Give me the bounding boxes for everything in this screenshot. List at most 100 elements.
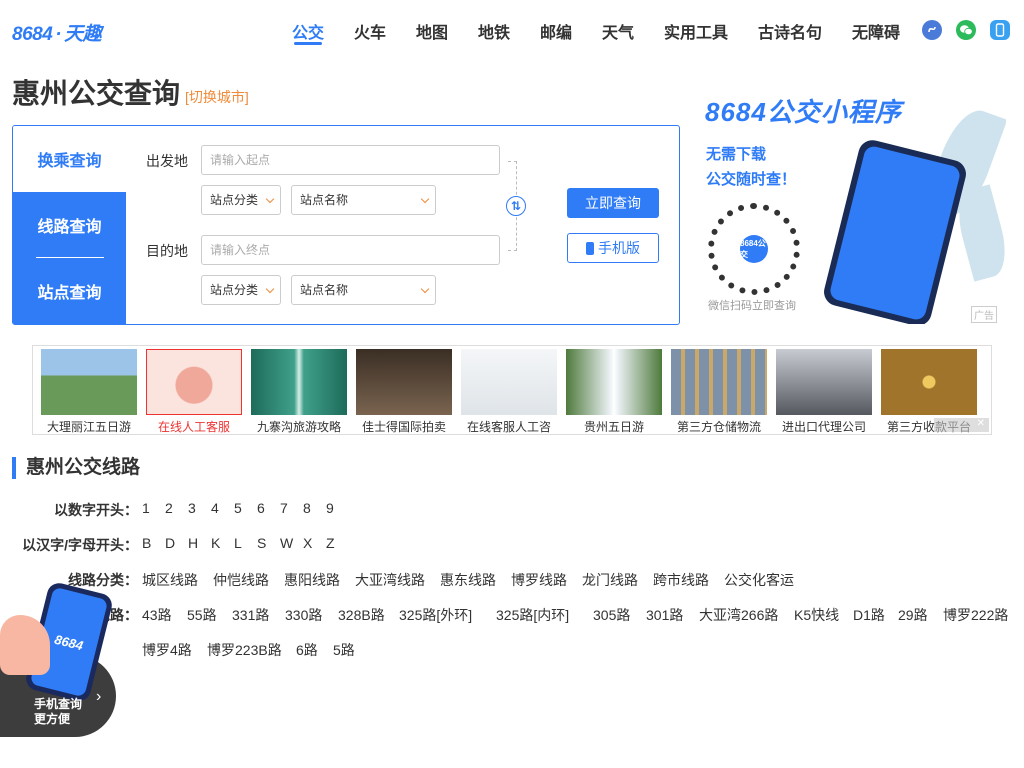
bus-line-link[interactable]: K5快线 (794, 605, 839, 625)
strip-item[interactable]: 九寨沟旅游攻略 (251, 349, 347, 435)
select-value: 站点名称 (300, 193, 349, 207)
thumbnail-image (461, 349, 557, 415)
bus-line-link[interactable]: 博罗222路 (943, 605, 1008, 625)
ad-tag: 广告 (971, 306, 997, 323)
bus-line-link[interactable]: 城区线路 (142, 570, 198, 590)
bus-line-link[interactable]: 博罗4路 (142, 640, 192, 660)
select-value: 站点名称 (300, 283, 349, 297)
bus-line-link[interactable]: 5路 (333, 640, 355, 660)
bus-line-link[interactable]: 2 (165, 500, 173, 516)
strip-item[interactable]: 佳士得国际拍卖 (356, 349, 452, 435)
bus-line-link[interactable]: 9 (326, 500, 334, 516)
bus-line-link[interactable]: 305路 (593, 605, 630, 625)
bus-line-link[interactable]: K (211, 535, 220, 551)
to-name-select[interactable]: 站点名称 (291, 275, 436, 305)
bus-line-link[interactable]: X (303, 535, 312, 551)
to-label: 目的地 (146, 243, 188, 259)
bus-line-link[interactable]: 5 (234, 500, 242, 516)
query-button[interactable]: 立即查询 (567, 188, 659, 218)
switch-city-link[interactable]: [切换城市] (185, 87, 249, 107)
bus-lines-title: 惠州公交线路 (12, 457, 140, 479)
from-category-select[interactable]: 站点分类 (201, 185, 281, 215)
wechat-icon[interactable] (956, 20, 976, 40)
bus-line-link[interactable]: B (142, 535, 151, 551)
nav-postcode[interactable]: 邮编 (540, 19, 572, 43)
qr-logo: 8684公交 (740, 235, 768, 263)
bus-line-link[interactable]: 6 (257, 500, 265, 516)
bus-line-link[interactable]: 328B路 (338, 605, 385, 625)
strip-caption: 在线客服人工咨 (466, 420, 551, 434)
nav-bus[interactable]: 公交 (292, 19, 324, 45)
bus-line-link[interactable]: W (280, 535, 293, 551)
bus-line-link[interactable]: 公交化客运 (724, 570, 794, 590)
bus-line-link[interactable]: 29路 (898, 605, 928, 625)
row-label: 以数字开头： (54, 502, 138, 518)
bus-line-link[interactable]: 大亚湾线路 (355, 570, 425, 590)
thumbnail-image (881, 349, 977, 415)
thumbnail-image (776, 349, 872, 415)
bus-line-link[interactable]: 龙门线路 (582, 570, 638, 590)
swap-icon[interactable]: ⇅ (506, 196, 526, 216)
row-label: 以汉字/字母开头： (22, 537, 138, 553)
bus-line-link[interactable]: 331路 (232, 605, 269, 625)
ad-image-strip: 大理丽江五日游 在线人工客服 九寨沟旅游攻略 佳士得国际拍卖 在线客服人工咨 贵… (32, 345, 992, 435)
from-name-select[interactable]: 站点名称 (291, 185, 436, 215)
logo-separator: · (55, 24, 62, 45)
mobile-promo-float[interactable]: 8684 手机查询 更方便 › (0, 580, 118, 737)
phone-icon (586, 241, 594, 255)
bus-line-link[interactable]: 惠东线路 (440, 570, 496, 590)
bus-line-link[interactable]: 3 (188, 500, 196, 516)
site-logo[interactable]: 8684 · 天趣 (12, 19, 102, 46)
bus-line-link[interactable]: 8 (303, 500, 311, 516)
bus-line-link[interactable]: 1 (142, 500, 150, 516)
bus-line-link[interactable]: 325路[外环] (399, 605, 472, 625)
nav-weather[interactable]: 天气 (602, 19, 634, 43)
logo-brand: 8684 (12, 24, 53, 45)
bus-line-link[interactable]: 惠阳线路 (284, 570, 340, 590)
bus-line-link[interactable]: H (188, 535, 198, 551)
ad-caption: 微信扫码立即查询 (708, 300, 796, 312)
nav-map[interactable]: 地图 (416, 19, 448, 43)
nav-poems[interactable]: 古诗名句 (758, 19, 822, 43)
bus-line-link[interactable]: Z (326, 535, 335, 551)
nav-accessibility[interactable]: 无障碍 (852, 19, 900, 43)
tab-stop-query[interactable]: 站点查询 (13, 258, 126, 324)
mini-program-ad[interactable]: 8684公交小程序 无需下载 公交随时查！ 8684公交 微信扫码立即查询 广告 (700, 88, 1006, 324)
bus-line-link[interactable]: D1路 (853, 605, 885, 625)
to-input[interactable]: 请输入终点 (201, 235, 500, 265)
mobile-version-button[interactable]: 手机版 (567, 233, 659, 263)
bus-line-link[interactable]: 7 (280, 500, 288, 516)
strip-item[interactable]: 第三方仓储物流 (671, 349, 767, 435)
close-icon[interactable]: ✕ (934, 418, 989, 432)
mobile-icon[interactable] (990, 20, 1010, 40)
nav-subway[interactable]: 地铁 (478, 19, 510, 43)
bus-line-link[interactable]: 博罗223B路 (207, 640, 282, 660)
bus-line-link[interactable]: S (257, 535, 266, 551)
strip-item[interactable]: 在线人工客服 (146, 349, 242, 435)
bus-line-link[interactable]: 4 (211, 500, 219, 516)
bus-line-link[interactable]: 301路 (646, 605, 683, 625)
bus-line-link[interactable]: 仲恺线路 (213, 570, 269, 590)
nav-train[interactable]: 火车 (354, 19, 386, 43)
strip-item[interactable]: 贵州五日游 (566, 349, 662, 435)
bus-line-link[interactable]: 43路 (142, 605, 172, 625)
bus-line-link[interactable]: 325路[内环] (496, 605, 569, 625)
strip-item[interactable]: 进出口代理公司 (776, 349, 872, 435)
bus-line-link[interactable]: 跨市线路 (653, 570, 709, 590)
strip-item[interactable]: 在线客服人工咨 (461, 349, 557, 435)
tab-transfer-query[interactable]: 换乘查询 (13, 126, 126, 192)
bus-line-link[interactable]: 55路 (187, 605, 217, 625)
nav-tools[interactable]: 实用工具 (664, 19, 728, 43)
bus-line-link[interactable]: 330路 (285, 605, 322, 625)
bus-line-link[interactable]: L (234, 535, 242, 551)
to-category-select[interactable]: 站点分类 (201, 275, 281, 305)
from-label: 出发地 (146, 153, 188, 169)
bus-line-link[interactable]: 博罗线路 (511, 570, 567, 590)
from-input[interactable]: 请输入起点 (201, 145, 500, 175)
tab-line-query[interactable]: 线路查询 (13, 192, 126, 258)
mini-program-icon[interactable] (922, 20, 942, 40)
strip-item[interactable]: 大理丽江五日游 (41, 349, 137, 435)
bus-line-link[interactable]: 大亚湾266路 (699, 605, 778, 625)
bus-line-link[interactable]: D (165, 535, 175, 551)
bus-line-link[interactable]: 6路 (296, 640, 318, 660)
